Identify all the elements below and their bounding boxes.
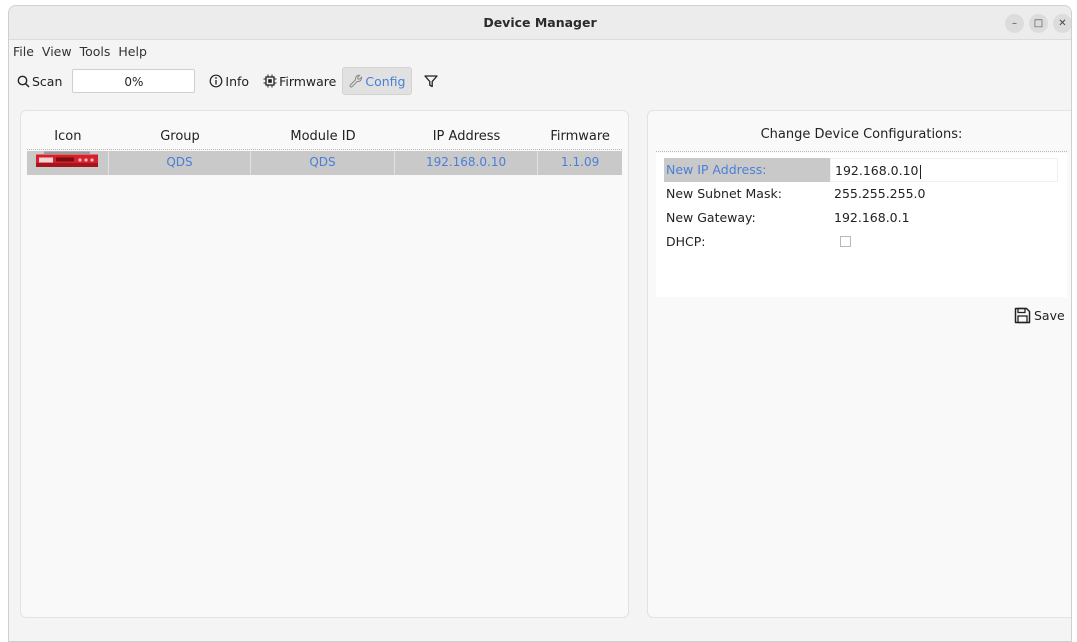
save-button[interactable]: Save bbox=[1014, 307, 1065, 324]
column-header-module-id[interactable]: Module ID bbox=[251, 129, 395, 144]
config-divider bbox=[656, 151, 1067, 152]
config-button[interactable]: Config bbox=[342, 67, 413, 95]
firmware-button[interactable]: Firmware bbox=[259, 68, 340, 94]
device-cell-group: QDS bbox=[109, 151, 252, 175]
close-button[interactable]: ✕ bbox=[1053, 14, 1071, 33]
search-icon bbox=[17, 75, 30, 88]
menu-file[interactable]: File bbox=[13, 44, 34, 59]
header-divider bbox=[27, 149, 622, 150]
title-bar: Device Manager – □ ✕ bbox=[9, 6, 1071, 40]
device-list-panel: Icon Group Module ID IP Address Firmware bbox=[20, 110, 629, 618]
firmware-label: Firmware bbox=[279, 73, 337, 89]
menu-tools[interactable]: Tools bbox=[80, 44, 111, 59]
device-table-header: Icon Group Module ID IP Address Firmware bbox=[27, 123, 622, 149]
ip-address-value: 192.168.0.10 bbox=[835, 163, 919, 178]
chip-icon bbox=[263, 74, 277, 88]
device-cell-firmware: 1.1.09 bbox=[561, 155, 600, 169]
text-caret bbox=[919, 164, 921, 179]
info-label: Info bbox=[225, 73, 250, 89]
device-manager-window: Device Manager – □ ✕ File View Tools Hel… bbox=[8, 5, 1072, 642]
floppy-disk-icon bbox=[1014, 307, 1031, 324]
gateway-row: New Gateway: 192.168.0.1 bbox=[656, 206, 1067, 230]
info-icon bbox=[209, 74, 223, 88]
config-label: Config bbox=[365, 73, 406, 89]
column-header-icon[interactable]: Icon bbox=[27, 129, 109, 144]
dhcp-label: DHCP: bbox=[666, 234, 706, 249]
gateway-field[interactable]: 192.168.0.1 bbox=[834, 206, 910, 230]
scan-button[interactable]: Scan bbox=[13, 68, 66, 94]
ip-address-row: New IP Address: 192.168.0.10 bbox=[656, 158, 1067, 182]
device-cell-ip-address: 192.168.0.10 bbox=[395, 151, 539, 175]
subnet-mask-field[interactable]: 255.255.255.0 bbox=[834, 182, 925, 206]
info-button[interactable]: Info bbox=[205, 68, 253, 94]
toolbar: Scan 0% Info Firmware Config bbox=[9, 64, 1071, 98]
filter-button[interactable] bbox=[420, 68, 444, 94]
menu-help[interactable]: Help bbox=[118, 44, 147, 59]
column-header-ip-address[interactable]: IP Address bbox=[395, 129, 539, 144]
device-cell-icon bbox=[27, 151, 109, 175]
config-panel-title: Change Device Configurations: bbox=[760, 127, 963, 142]
subnet-mask-row: New Subnet Mask: 255.255.255.0 bbox=[656, 182, 1067, 206]
minimize-button[interactable]: – bbox=[1005, 14, 1024, 33]
scan-label: Scan bbox=[32, 73, 63, 89]
device-image-icon bbox=[36, 151, 99, 167]
gateway-label: New Gateway: bbox=[666, 210, 756, 225]
save-label: Save bbox=[1034, 308, 1065, 323]
maximize-button[interactable]: □ bbox=[1029, 14, 1048, 33]
menu-bar: File View Tools Help bbox=[9, 40, 1071, 62]
column-header-firmware[interactable]: Firmware bbox=[538, 129, 622, 144]
column-header-group[interactable]: Group bbox=[109, 129, 252, 144]
scan-progress-bar: 0% bbox=[72, 69, 196, 93]
table-row[interactable]: QDS QDS 192.168.0.10 1.1.09 bbox=[27, 151, 622, 175]
filter-icon bbox=[424, 75, 439, 88]
menu-view[interactable]: View bbox=[42, 44, 72, 59]
dhcp-checkbox[interactable] bbox=[840, 236, 851, 247]
wrench-icon bbox=[349, 74, 363, 88]
ip-address-input[interactable]: 192.168.0.10 bbox=[830, 158, 1058, 182]
device-cell-module-id: QDS bbox=[251, 151, 395, 175]
subnet-mask-label: New Subnet Mask: bbox=[666, 186, 782, 201]
config-form: New IP Address: 192.168.0.10 New Subnet … bbox=[656, 153, 1067, 297]
window-title: Device Manager bbox=[483, 15, 597, 30]
dhcp-row: DHCP: bbox=[656, 230, 1067, 254]
config-panel: Change Device Configurations: New IP Add… bbox=[647, 110, 1071, 618]
ip-address-label: New IP Address: bbox=[664, 158, 836, 182]
